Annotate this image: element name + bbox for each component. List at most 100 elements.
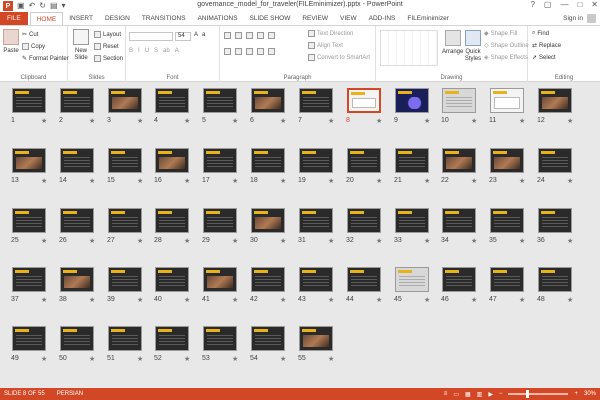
slide-thumbnail[interactable] <box>12 88 46 113</box>
align-left-icon[interactable] <box>224 48 231 55</box>
transition-star-icon[interactable]: ★ <box>89 237 95 245</box>
transition-star-icon[interactable]: ★ <box>280 355 286 363</box>
transition-star-icon[interactable]: ★ <box>41 355 47 363</box>
transition-star-icon[interactable]: ★ <box>232 355 238 363</box>
layout-button[interactable]: Layout <box>94 31 121 38</box>
transition-star-icon[interactable]: ★ <box>184 237 190 245</box>
redo-icon[interactable]: ↻ <box>39 1 46 11</box>
slide-thumbnail[interactable] <box>12 326 46 351</box>
zoom-in-icon[interactable]: + <box>574 391 578 397</box>
undo-icon[interactable]: ↶ <box>29 1 36 11</box>
transition-star-icon[interactable]: ★ <box>519 237 525 245</box>
save-icon[interactable]: ▣ <box>17 1 25 11</box>
tab-review[interactable]: REVIEW <box>296 12 334 25</box>
zoom-out-icon[interactable]: − <box>499 391 503 397</box>
transition-star-icon[interactable]: ★ <box>376 296 382 304</box>
close-icon[interactable]: ✕ <box>591 0 598 9</box>
italic-icon[interactable]: I <box>138 48 140 54</box>
slide-thumbnail[interactable] <box>442 267 476 292</box>
slide-thumbnail[interactable] <box>155 267 189 292</box>
transition-star-icon[interactable]: ★ <box>471 237 477 245</box>
transition-star-icon[interactable]: ★ <box>280 296 286 304</box>
align-center-icon[interactable] <box>235 48 242 55</box>
font-size-input[interactable]: 54 <box>175 32 191 41</box>
transition-star-icon[interactable]: ★ <box>184 117 190 125</box>
transition-star-icon[interactable]: ★ <box>232 237 238 245</box>
section-button[interactable]: Section <box>94 55 123 62</box>
columns-icon[interactable] <box>268 48 275 55</box>
transition-star-icon[interactable]: ★ <box>184 355 190 363</box>
slide-thumbnail[interactable] <box>108 326 142 351</box>
slide-thumbnail[interactable] <box>155 326 189 351</box>
justify-icon[interactable] <box>257 48 264 55</box>
transition-star-icon[interactable]: ★ <box>280 237 286 245</box>
tab-insert[interactable]: INSERT <box>63 12 99 25</box>
transition-star-icon[interactable]: ★ <box>137 237 143 245</box>
transition-star-icon[interactable]: ★ <box>471 117 477 125</box>
transition-star-icon[interactable]: ★ <box>328 355 334 363</box>
slide-thumbnail[interactable] <box>442 88 476 113</box>
transition-star-icon[interactable]: ★ <box>567 117 573 125</box>
transition-star-icon[interactable]: ★ <box>376 237 382 245</box>
slide-thumbnail[interactable] <box>251 208 285 233</box>
copy-button[interactable]: Copy <box>22 43 45 50</box>
tab-slide-show[interactable]: SLIDE SHOW <box>244 12 297 25</box>
slide-thumbnail[interactable] <box>203 267 237 292</box>
avatar[interactable] <box>587 14 596 23</box>
transition-star-icon[interactable]: ★ <box>41 177 47 185</box>
normal-view-icon[interactable]: ▭ <box>453 391 459 398</box>
slide-thumbnail[interactable] <box>299 88 333 113</box>
slide-thumbnail[interactable] <box>347 88 381 113</box>
paste-button[interactable]: Paste <box>3 29 19 54</box>
transition-star-icon[interactable]: ★ <box>376 117 382 125</box>
numbering-icon[interactable] <box>235 32 242 39</box>
transition-star-icon[interactable]: ★ <box>424 296 430 304</box>
zoom-slider[interactable] <box>508 390 569 398</box>
transition-star-icon[interactable]: ★ <box>424 237 430 245</box>
cut-button[interactable]: ✂ Cut <box>22 31 38 39</box>
find-button[interactable]: ⌕ Find <box>532 30 549 37</box>
slide-thumbnail[interactable] <box>108 267 142 292</box>
quick-styles-button[interactable]: Quick Styles <box>462 30 484 63</box>
slide-thumbnail[interactable] <box>60 208 94 233</box>
transition-star-icon[interactable]: ★ <box>519 296 525 304</box>
align-right-icon[interactable] <box>246 48 253 55</box>
transition-star-icon[interactable]: ★ <box>424 177 430 185</box>
new-slide-button[interactable]: New Slide <box>71 29 91 62</box>
shape-effects-button[interactable]: ◈ Shape Effects <box>484 54 528 62</box>
slide-thumbnail[interactable] <box>299 208 333 233</box>
transition-star-icon[interactable]: ★ <box>328 296 334 304</box>
convert-smartart-button[interactable]: Convert to SmartArt <box>308 54 370 61</box>
tab-add-ins[interactable]: ADD-INS <box>363 12 402 25</box>
increase-indent-icon[interactable] <box>257 32 264 39</box>
slide-thumbnail[interactable] <box>538 88 572 113</box>
transition-star-icon[interactable]: ★ <box>89 177 95 185</box>
transition-star-icon[interactable]: ★ <box>41 237 47 245</box>
slide-thumbnail[interactable] <box>299 267 333 292</box>
transition-star-icon[interactable]: ★ <box>89 355 95 363</box>
tab-animations[interactable]: ANIMATIONS <box>192 12 244 25</box>
slide-thumbnail[interactable] <box>395 148 429 173</box>
slide-thumbnail[interactable] <box>490 267 524 292</box>
start-slideshow-icon[interactable]: ▤ <box>50 1 58 11</box>
slide-thumbnail[interactable] <box>538 267 572 292</box>
slide-thumbnail[interactable] <box>155 148 189 173</box>
transition-star-icon[interactable]: ★ <box>137 296 143 304</box>
text-direction-button[interactable]: Text Direction <box>308 30 353 37</box>
slide-thumbnail[interactable] <box>490 88 524 113</box>
transition-star-icon[interactable]: ★ <box>89 117 95 125</box>
slide-thumbnail[interactable] <box>155 88 189 113</box>
shape-fill-button[interactable]: ◆ Shape Fill <box>484 30 517 38</box>
slide-thumbnail[interactable] <box>538 148 572 173</box>
slide-thumbnail[interactable] <box>490 208 524 233</box>
slide-thumbnail[interactable] <box>299 326 333 351</box>
slide-thumbnail[interactable] <box>490 148 524 173</box>
transition-star-icon[interactable]: ★ <box>137 355 143 363</box>
transition-star-icon[interactable]: ★ <box>89 296 95 304</box>
slide-thumbnail[interactable] <box>299 148 333 173</box>
line-spacing-icon[interactable] <box>268 32 275 39</box>
slide-thumbnail[interactable] <box>251 326 285 351</box>
transition-star-icon[interactable]: ★ <box>137 177 143 185</box>
underline-icon[interactable]: U <box>145 48 149 54</box>
grow-font-button[interactable]: A <box>194 32 198 38</box>
